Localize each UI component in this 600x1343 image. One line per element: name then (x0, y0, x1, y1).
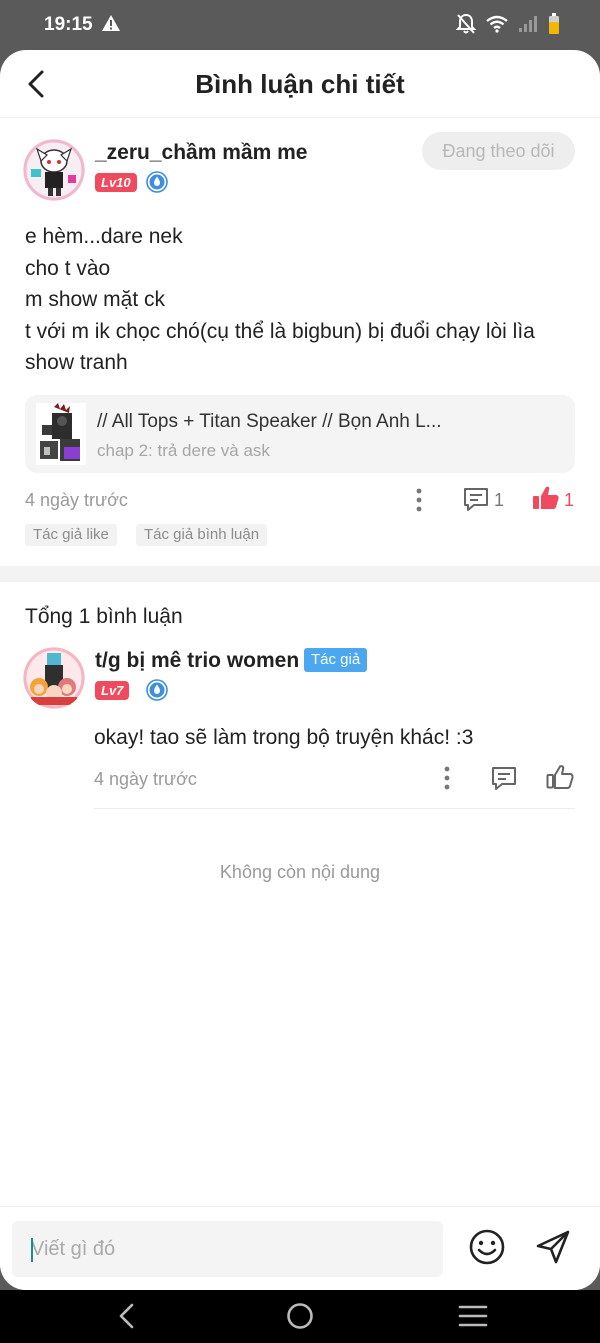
signal-icon (519, 16, 537, 32)
more-vertical-icon[interactable] (442, 766, 452, 790)
comment-input[interactable] (12, 1221, 443, 1277)
comment-line: cho t vào (25, 256, 111, 280)
system-nav-bar (0, 1290, 600, 1343)
level-badge: Lv10 (95, 173, 137, 192)
status-time: 19:15 (44, 14, 93, 35)
comment-line: m show mặt ck (25, 288, 166, 311)
comment-icon[interactable] (490, 765, 518, 791)
warning-icon (102, 15, 120, 31)
nav-home-icon[interactable] (286, 1302, 314, 1330)
thumbs-up-icon[interactable] (532, 485, 560, 511)
nav-menu-icon[interactable] (458, 1304, 488, 1328)
like-count: 1 (564, 490, 575, 510)
reply-count: 1 (494, 490, 505, 510)
reply-avatar[interactable] (23, 647, 85, 709)
comment-composer (0, 1206, 600, 1290)
battery-icon (549, 13, 559, 34)
verified-icon (146, 679, 168, 701)
username[interactable]: _zeru_chầm mầm me (95, 141, 307, 165)
reply-avatar-image (23, 647, 85, 709)
story-chapter: chap 2: trả dere và ask (97, 441, 270, 460)
send-icon[interactable] (533, 1227, 573, 1267)
comment-line: show tranh (25, 351, 128, 374)
nav-back-icon[interactable] (115, 1302, 139, 1330)
comment-icon[interactable] (462, 486, 490, 512)
thumbs-up-icon[interactable] (546, 764, 574, 790)
comment-body: e hèm...dare nek cho t vào m show mặt ck… (25, 221, 575, 379)
author-tag: Tác giả (304, 648, 368, 672)
avatar[interactable] (23, 139, 85, 201)
mute-notification-icon (456, 13, 476, 34)
total-comments-label: Tổng 1 bình luận (25, 605, 183, 628)
status-icons (456, 13, 560, 35)
reply-time: 4 ngày trước (94, 769, 197, 789)
wifi-icon (486, 15, 508, 33)
comment-line: t với m ik chọc chó(cụ thể là bigbun) bị… (25, 319, 535, 343)
author-liked-tag: Tác giả like (25, 524, 117, 546)
story-title: // All Tops + Titan Speaker // Bọn Anh L… (97, 411, 442, 432)
reply-separator (94, 808, 575, 809)
comment-detail-sheet: Bình luận chi tiết _zeru_chầm mầm me Lv1… (0, 50, 600, 1290)
status-bar: 19:15 (0, 0, 600, 52)
story-thumbnail (36, 403, 86, 465)
section-divider (0, 566, 600, 582)
emoji-icon[interactable] (467, 1227, 507, 1267)
follow-button[interactable]: Đang theo dõi (422, 132, 575, 170)
end-of-content-label: Không còn nội dung (219, 862, 381, 882)
text-caret (31, 1238, 33, 1262)
story-card[interactable]: // All Tops + Titan Speaker // Bọn Anh L… (25, 395, 575, 473)
comment-time: 4 ngày trước (25, 490, 128, 510)
avatar-image (23, 139, 85, 201)
comment-line: e hèm...dare nek (25, 225, 183, 248)
reply-level-badge: Lv7 (95, 681, 130, 700)
reply-text: okay! tao sẽ làm trong bộ truyện khác! :… (94, 726, 474, 749)
page-title: Bình luận chi tiết (195, 69, 405, 99)
reply-username[interactable]: t/g bị mê trio women (95, 649, 299, 673)
header: Bình luận chi tiết (0, 50, 600, 118)
verified-icon (146, 171, 168, 193)
author-commented-tag: Tác giả bình luận (136, 524, 268, 546)
more-vertical-icon[interactable] (414, 488, 424, 512)
